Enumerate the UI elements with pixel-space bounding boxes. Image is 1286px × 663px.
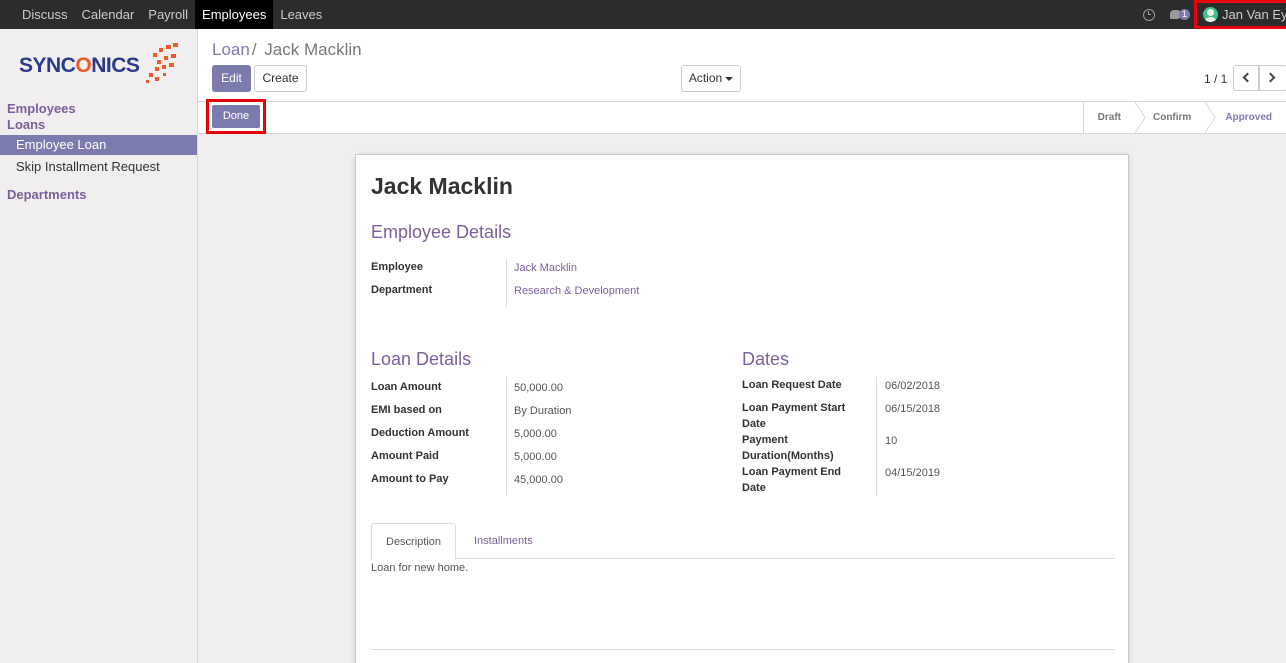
breadcrumb-separator: / bbox=[251, 40, 257, 59]
chevron-left-icon bbox=[1242, 72, 1253, 83]
user-name: Jan Van Eyck bbox=[1222, 7, 1286, 22]
amount-to-pay-field[interactable]: 45,000.00 bbox=[514, 474, 563, 486]
menu-calendar[interactable]: Calendar bbox=[75, 0, 142, 29]
emi-based-on-label: EMI based on bbox=[371, 404, 442, 416]
divider bbox=[876, 377, 877, 496]
clock-icon[interactable] bbox=[1142, 8, 1155, 21]
form-sheet: Jack Macklin Employee Details Employee J… bbox=[355, 154, 1129, 663]
caret-down-icon bbox=[725, 76, 734, 81]
employee-details-heading: Employee Details bbox=[371, 222, 512, 242]
amount-paid-label: Amount Paid bbox=[371, 450, 439, 462]
employee-label: Employee bbox=[371, 261, 423, 273]
tab-installments[interactable]: Installments bbox=[460, 523, 547, 559]
deduction-amount-field[interactable]: 5,000.00 bbox=[514, 428, 557, 440]
loan-payment-start-date-label: Loan Payment Start Date bbox=[742, 402, 846, 430]
sidebar: SYNCONICS Employees Loans Employee Loan … bbox=[0, 29, 198, 663]
pager-previous-button[interactable] bbox=[1233, 65, 1259, 91]
loan-request-date-label: Loan Request Date bbox=[742, 379, 842, 391]
messaging-menu[interactable]: 1 bbox=[1169, 9, 1190, 20]
sidebar-section-loans[interactable]: Loans bbox=[7, 117, 45, 132]
department-field[interactable]: Research & Development bbox=[514, 285, 639, 297]
notebook-tabs: Description Installments bbox=[371, 523, 1115, 560]
app-menu: Discuss Calendar Payroll Employees Leave… bbox=[0, 0, 329, 29]
stage-confirm[interactable]: Confirm bbox=[1147, 102, 1205, 133]
payment-duration-field[interactable]: 10 bbox=[885, 435, 897, 447]
top-navbar: Discuss Calendar Payroll Employees Leave… bbox=[0, 0, 1286, 29]
sidebar-item-skip-installment-request[interactable]: Skip Installment Request bbox=[0, 157, 197, 177]
loan-details-heading: Loan Details bbox=[371, 349, 472, 369]
menu-payroll[interactable]: Payroll bbox=[141, 0, 195, 29]
pager-value[interactable]: 1 / 1 bbox=[1204, 72, 1227, 86]
divider bbox=[506, 377, 507, 495]
loan-payment-end-date-label: Loan Payment End Date bbox=[742, 466, 842, 494]
chat-count-badge: 1 bbox=[1178, 9, 1190, 20]
breadcrumb: Loan / Jack Macklin bbox=[212, 40, 362, 60]
sidebar-section-employees[interactable]: Employees bbox=[7, 101, 76, 116]
form-statusbar: Done Draft Confirm Approved bbox=[198, 99, 1286, 134]
stage-separator bbox=[1205, 102, 1216, 133]
description-text[interactable]: Loan for new home. bbox=[371, 562, 468, 574]
logo-text: SYNCONICS bbox=[19, 54, 140, 77]
control-panel: Loan / Jack Macklin Edit Create Action 1 … bbox=[198, 29, 1286, 101]
user-menu[interactable]: Jan Van Eyck bbox=[1194, 0, 1286, 29]
stage-bar: Draft Confirm Approved bbox=[1082, 102, 1286, 133]
amount-paid-field[interactable]: 5,000.00 bbox=[514, 451, 557, 463]
pager-next-button[interactable] bbox=[1259, 65, 1286, 91]
loan-amount-label: Loan Amount bbox=[371, 381, 442, 393]
chevron-right-icon bbox=[1265, 72, 1276, 83]
emi-based-on-field[interactable]: By Duration bbox=[514, 405, 571, 417]
menu-employees[interactable]: Employees bbox=[195, 0, 274, 29]
done-button[interactable]: Done bbox=[212, 105, 260, 128]
edit-button[interactable]: Edit bbox=[212, 65, 251, 92]
stage-separator bbox=[1134, 102, 1146, 133]
systray: 1 Jan Van Eyck bbox=[1142, 0, 1286, 29]
payment-duration-label: Payment Duration(Months) bbox=[742, 434, 834, 462]
department-label: Department bbox=[371, 284, 433, 296]
amount-to-pay-label: Amount to Pay bbox=[371, 473, 449, 485]
action-label: Action bbox=[688, 71, 723, 85]
loan-payment-start-date-field[interactable]: 06/15/2018 bbox=[885, 403, 940, 415]
avatar bbox=[1203, 7, 1218, 22]
done-highlight: Done bbox=[206, 99, 266, 134]
record-title: Jack Macklin bbox=[371, 173, 513, 199]
stage-approved[interactable]: Approved bbox=[1217, 102, 1286, 133]
dates-heading: Dates bbox=[742, 349, 790, 369]
create-button[interactable]: Create bbox=[254, 65, 307, 92]
sidebar-item-employee-loan[interactable]: Employee Loan bbox=[0, 135, 197, 155]
company-logo: SYNCONICS bbox=[19, 43, 179, 87]
tab-description[interactable]: Description bbox=[371, 523, 457, 560]
stage-draft[interactable]: Draft bbox=[1084, 102, 1135, 133]
loan-request-date-field[interactable]: 06/02/2018 bbox=[885, 380, 940, 392]
deduction-amount-label: Deduction Amount bbox=[371, 427, 469, 439]
breadcrumb-current: Jack Macklin bbox=[264, 40, 362, 59]
divider bbox=[506, 259, 507, 307]
loan-amount-field[interactable]: 50,000.00 bbox=[514, 382, 563, 394]
menu-discuss[interactable]: Discuss bbox=[15, 0, 75, 29]
employee-field[interactable]: Jack Macklin bbox=[514, 262, 577, 274]
breadcrumb-parent[interactable]: Loan bbox=[212, 40, 250, 59]
sidebar-section-departments[interactable]: Departments bbox=[7, 187, 86, 202]
action-dropdown[interactable]: Action bbox=[681, 65, 741, 92]
divider bbox=[371, 649, 1115, 650]
menu-leaves[interactable]: Leaves bbox=[273, 0, 329, 29]
loan-payment-end-date-field[interactable]: 04/15/2019 bbox=[885, 467, 940, 479]
